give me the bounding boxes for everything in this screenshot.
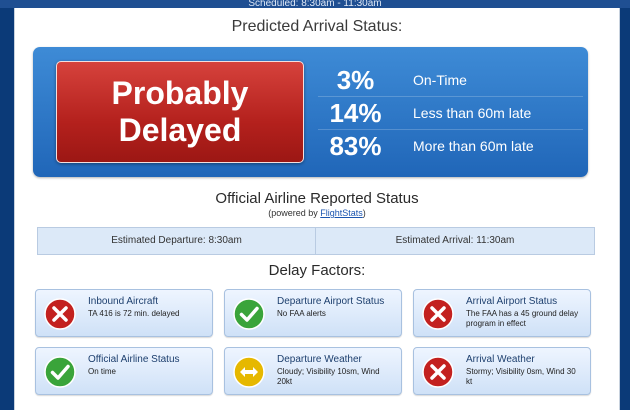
estimated-arrival: Estimated Arrival: 11:30am [395, 235, 515, 246]
x-icon [422, 356, 454, 388]
flightstats-link[interactable]: FlightStats [320, 208, 363, 218]
check-icon [44, 356, 76, 388]
prediction-panel: Probably Delayed 3% On-Time 14% Less tha… [33, 47, 588, 177]
powered-by: (powered by FlightStats) [15, 208, 619, 218]
stat-row-over-60: 83% More than 60m late [318, 130, 583, 162]
arrows-icon [233, 356, 265, 388]
official-status-heading: Official Airline Reported Status [215, 190, 419, 207]
factor-departure-airport[interactable]: Departure Airport Status No FAA alerts [224, 289, 402, 337]
factor-description: Cloudy; Visibility 10sm, Wind 20kt [277, 367, 380, 386]
factor-title: Arrival Weather [466, 354, 535, 365]
x-icon [44, 298, 76, 330]
stat-row-on-time: 3% On-Time [318, 64, 583, 97]
factor-description: The FAA has a 45 ground delay program in… [466, 309, 579, 328]
prediction-status-text: Probably Delayed [111, 75, 249, 148]
factor-inbound-aircraft[interactable]: Inbound Aircraft TA 416 is 72 min. delay… [35, 289, 213, 337]
factor-description: On time [88, 367, 117, 376]
factor-departure-weather[interactable]: Departure Weather Cloudy; Visibility 10s… [224, 347, 402, 395]
factor-title: Arrival Airport Status [466, 296, 558, 307]
stat-label: More than 60m late [413, 138, 534, 154]
delay-factors-heading: Delay Factors: [268, 262, 366, 279]
factor-title: Inbound Aircraft [88, 296, 159, 307]
stat-percent: 3% [336, 65, 375, 95]
stat-percent: 14% [329, 98, 382, 128]
factor-official-airline[interactable]: Official Airline Status On time [35, 347, 213, 395]
probability-list: 3% On-Time 14% Less than 60m late 83% Mo… [318, 64, 583, 162]
scheduled-strip: Scheduled: 8:30am - 11:30am [0, 0, 630, 8]
factor-description: TA 416 is 72 min. delayed [88, 309, 180, 318]
flight-status-card: Predicted Arrival Status: Probably Delay… [14, 8, 620, 410]
factor-arrival-weather[interactable]: Arrival Weather Stormy; Visibility 0sm, … [413, 347, 591, 395]
factor-description: Stormy; Visibility 0sm, Wind 30 kt [466, 367, 576, 386]
factor-title: Departure Weather [277, 354, 362, 365]
powered-suffix: ) [362, 208, 366, 218]
powered-prefix: (powered by [268, 208, 321, 218]
predicted-heading: Predicted Arrival Status: [231, 18, 403, 35]
prediction-status-badge: Probably Delayed [56, 61, 304, 163]
stat-percent: 83% [329, 131, 382, 161]
estimated-times-bar: Estimated Departure: 8:30am Estimated Ar… [37, 227, 595, 255]
stat-label: Less than 60m late [413, 105, 532, 121]
stat-label: On-Time [413, 72, 467, 88]
stat-row-under-60: 14% Less than 60m late [318, 97, 583, 130]
x-icon [422, 298, 454, 330]
factor-description: No FAA alerts [277, 309, 326, 318]
factor-title: Departure Airport Status [277, 296, 385, 307]
factor-arrival-airport[interactable]: Arrival Airport Status The FAA has a 45 … [413, 289, 591, 337]
check-icon [233, 298, 265, 330]
factor-title: Official Airline Status [88, 354, 180, 365]
estimated-departure: Estimated Departure: 8:30am [38, 228, 316, 254]
